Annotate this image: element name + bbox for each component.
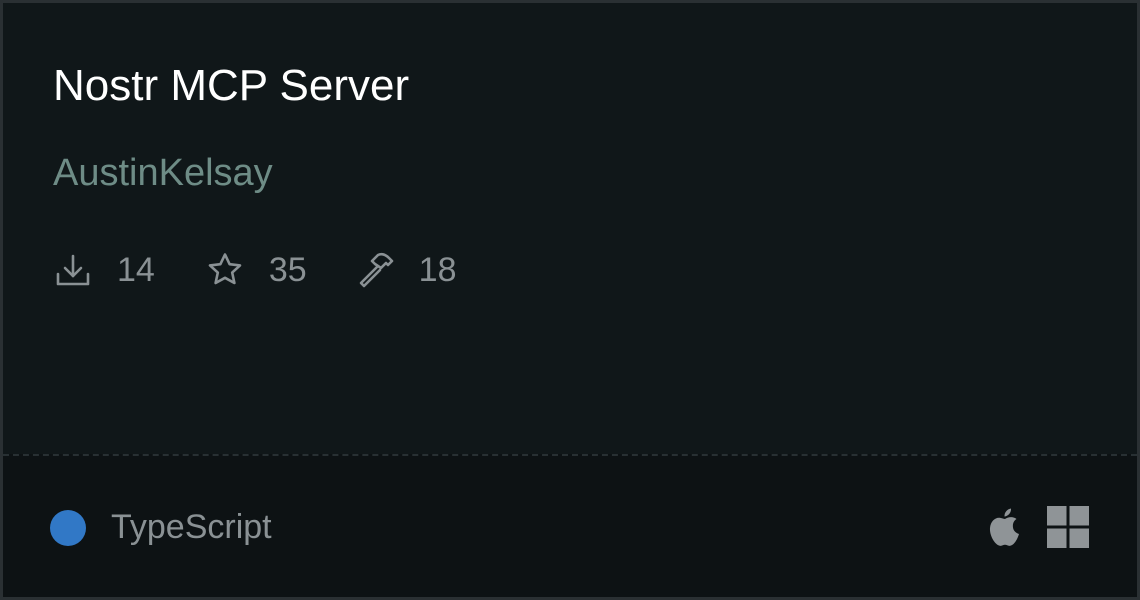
card-footer: TypeScript xyxy=(3,454,1137,597)
downloads-stat: 14 xyxy=(53,250,155,290)
server-title: Nostr MCP Server xyxy=(53,61,410,110)
stars-stat: 35 xyxy=(205,250,307,290)
windows-icon xyxy=(1047,506,1089,548)
tools-stat: 18 xyxy=(355,250,457,290)
server-card[interactable]: Nostr MCP Server AustinKelsay 14 35 18 T… xyxy=(0,0,1140,600)
apple-icon xyxy=(987,506,1023,548)
language-color-dot xyxy=(50,510,86,546)
author-link[interactable]: AustinKelsay xyxy=(53,149,273,197)
stats-row: 14 35 18 xyxy=(53,248,456,292)
download-icon xyxy=(53,250,93,290)
star-icon xyxy=(205,250,245,290)
downloads-count: 14 xyxy=(117,251,155,289)
tools-count: 18 xyxy=(418,251,457,289)
language-label: TypeScript xyxy=(111,508,272,546)
hammer-icon xyxy=(355,250,395,290)
stars-count: 35 xyxy=(268,251,307,289)
platform-icons xyxy=(987,506,1089,548)
